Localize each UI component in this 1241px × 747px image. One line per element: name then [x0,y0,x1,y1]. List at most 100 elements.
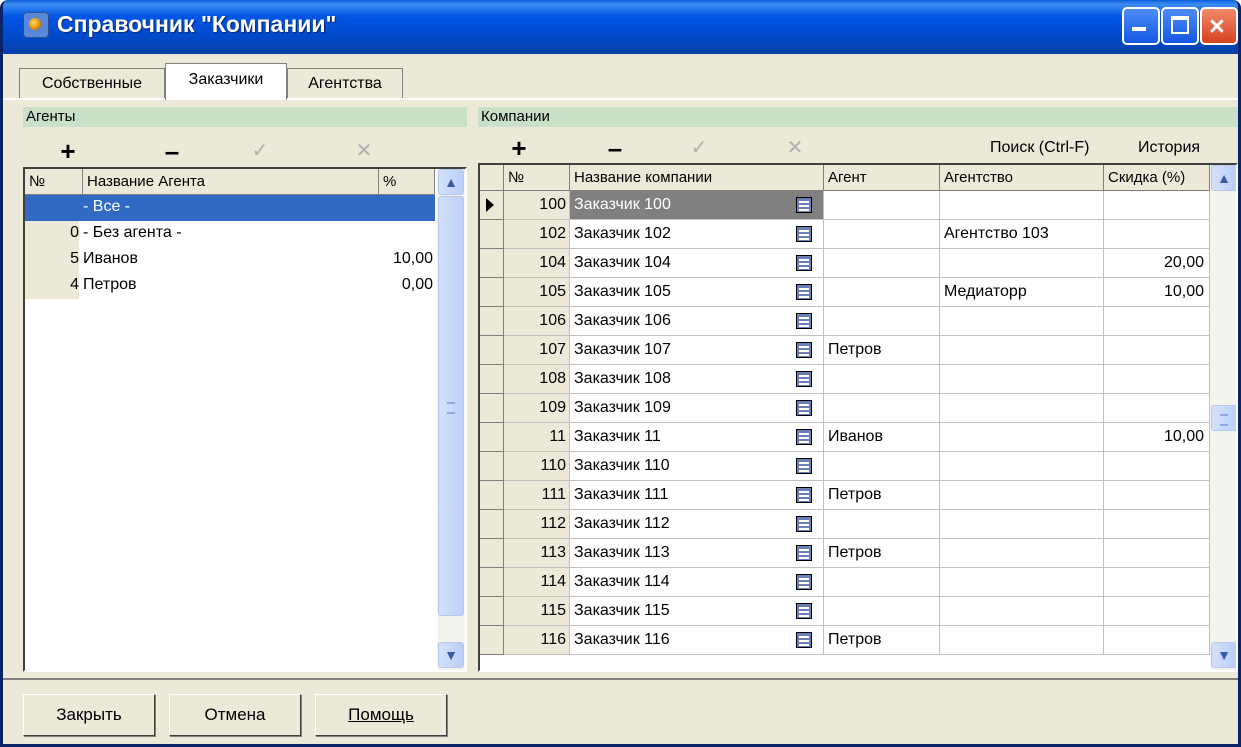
scroll-down-icon[interactable]: ▼ [1211,642,1236,668]
list-picker-icon[interactable] [796,545,812,561]
list-picker-icon[interactable] [796,603,812,619]
company-discount[interactable] [1104,191,1210,220]
table-row[interactable]: 112 Заказчик 112 [480,510,1210,539]
agent-row[interactable]: 0 - Без агента - [25,221,435,247]
agent-row[interactable]: 5 Иванов 10,00 [25,247,435,273]
list-picker-icon[interactable] [796,400,812,416]
company-name[interactable]: Заказчик 112 [570,510,824,539]
company-agent[interactable] [824,452,940,481]
company-agency[interactable] [940,626,1104,655]
history-button[interactable]: История [1138,135,1200,161]
company-agent[interactable] [824,278,940,307]
company-name[interactable]: Заказчик 11 [570,423,824,452]
table-row[interactable]: 106 Заказчик 106 [480,307,1210,336]
companies-col-agency[interactable]: Агентство [940,165,1104,191]
company-name[interactable]: Заказчик 102 [570,220,824,249]
agent-row[interactable]: 4 Петров 0,00 [25,273,435,299]
company-agent[interactable] [824,597,940,626]
company-agency[interactable]: Медиаторр [940,278,1104,307]
companies-scrollbar[interactable]: ▲ ▼ [1210,165,1236,670]
table-row[interactable]: 111 Заказчик 111 Петров [480,481,1210,510]
company-agent[interactable] [824,307,940,336]
table-row[interactable]: 105 Заказчик 105 Медиаторр 10,00 [480,278,1210,307]
company-agency[interactable] [940,597,1104,626]
company-agent[interactable]: Петров [824,539,940,568]
company-agent[interactable] [824,191,940,220]
company-name[interactable]: Заказчик 107 [570,336,824,365]
company-name[interactable]: Заказчик 104 [570,249,824,278]
company-agent[interactable]: Петров [824,626,940,655]
company-name[interactable]: Заказчик 115 [570,597,824,626]
table-row[interactable]: 115 Заказчик 115 [480,597,1210,626]
close-button[interactable]: Закрыть [23,694,155,736]
list-picker-icon[interactable] [796,255,812,271]
company-agency[interactable] [940,423,1104,452]
close-window-button[interactable]: × [1200,7,1238,45]
company-agent[interactable] [824,394,940,423]
company-agency[interactable] [940,539,1104,568]
row-indicator[interactable] [480,510,504,539]
company-agency[interactable] [940,510,1104,539]
company-agent[interactable]: Петров [824,481,940,510]
company-name[interactable]: Заказчик 114 [570,568,824,597]
company-agency[interactable] [940,249,1104,278]
company-agent[interactable] [824,510,940,539]
list-picker-icon[interactable] [796,516,812,532]
table-row[interactable]: 113 Заказчик 113 Петров [480,539,1210,568]
minimize-button[interactable] [1122,7,1160,45]
list-picker-icon[interactable] [796,371,812,387]
row-indicator[interactable] [480,249,504,278]
row-indicator[interactable] [480,278,504,307]
company-name[interactable]: Заказчик 105 [570,278,824,307]
app-icon[interactable] [23,12,49,38]
agent-row[interactable]: - Все - [25,195,435,221]
list-picker-icon[interactable] [796,313,812,329]
company-name[interactable]: Заказчик 109 [570,394,824,423]
delete-company-button[interactable]: – [600,135,630,161]
list-picker-icon[interactable] [796,429,812,445]
table-row[interactable]: 104 Заказчик 104 20,00 [480,249,1210,278]
list-picker-icon[interactable] [796,458,812,474]
list-picker-icon[interactable] [796,632,812,648]
cancel-agent-button[interactable]: ✕ [349,138,379,164]
company-name[interactable]: Заказчик 108 [570,365,824,394]
company-agent[interactable] [824,568,940,597]
row-indicator[interactable] [480,539,504,568]
company-agency[interactable] [940,365,1104,394]
scroll-up-icon[interactable]: ▲ [1211,165,1236,191]
company-name[interactable]: Заказчик 110 [570,452,824,481]
row-indicator[interactable] [480,365,504,394]
company-agency[interactable] [940,307,1104,336]
company-discount[interactable]: 10,00 [1104,423,1210,452]
confirm-company-button[interactable]: ✓ [684,135,714,161]
table-row[interactable]: 114 Заказчик 114 [480,568,1210,597]
scroll-thumb[interactable] [438,196,464,616]
list-picker-icon[interactable] [796,342,812,358]
companies-col-agent[interactable]: Агент [824,165,940,191]
title-bar[interactable]: Справочник "Компании" × [3,0,1238,54]
companies-col-name[interactable]: Название компании [570,165,824,191]
search-button[interactable]: Поиск (Ctrl-F) [990,135,1089,161]
row-indicator[interactable] [480,626,504,655]
table-row[interactable]: 11 Заказчик 11 Иванов 10,00 [480,423,1210,452]
row-indicator[interactable] [480,481,504,510]
list-picker-icon[interactable] [796,487,812,503]
table-row[interactable]: 109 Заказчик 109 [480,394,1210,423]
maximize-button[interactable] [1161,7,1199,45]
company-agent[interactable]: Иванов [824,423,940,452]
agents-scrollbar[interactable]: ▲ ▼ [437,169,465,670]
row-indicator[interactable] [480,597,504,626]
company-discount[interactable] [1104,597,1210,626]
cancel-button[interactable]: Отмена [169,694,301,736]
row-indicator[interactable] [480,423,504,452]
company-discount[interactable] [1104,626,1210,655]
company-agent[interactable] [824,249,940,278]
add-agent-button[interactable]: + [53,138,83,164]
scroll-up-icon[interactable]: ▲ [438,169,464,195]
table-row[interactable]: 100 Заказчик 100 [480,191,1210,220]
company-name[interactable]: Заказчик 100 [570,191,824,220]
list-picker-icon[interactable] [796,574,812,590]
row-indicator[interactable] [480,336,504,365]
company-agent[interactable] [824,365,940,394]
agents-col-percent[interactable]: % [379,169,435,195]
